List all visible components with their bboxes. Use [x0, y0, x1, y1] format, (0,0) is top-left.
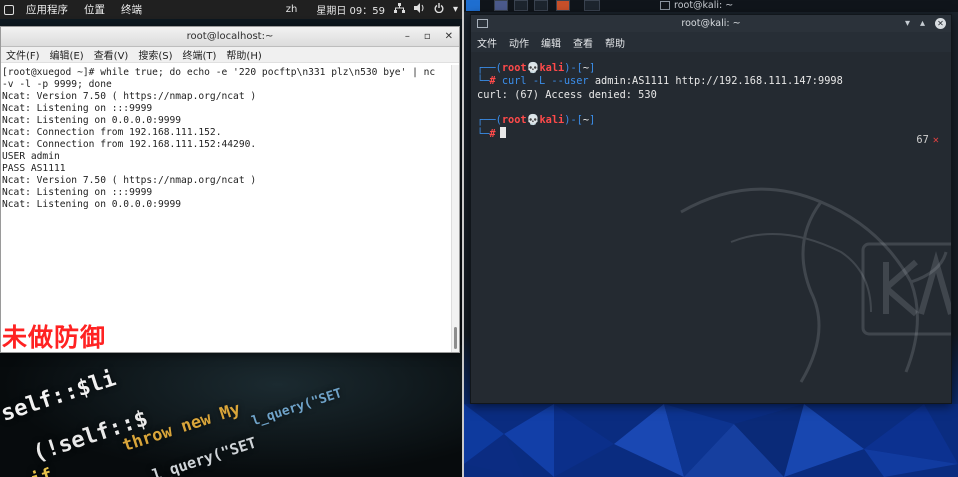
terminal-scrollbar[interactable] — [451, 65, 459, 352]
clock[interactable]: 星期日 09：59 — [316, 2, 385, 17]
skull-icon: 💀 — [526, 62, 540, 74]
exit-status: 67 ✕ — [916, 134, 939, 146]
scrollbar-thumb[interactable] — [454, 327, 457, 349]
prompt-line-2a: ┌──(root💀kali)-[~] — [477, 114, 596, 126]
terminal-line: PASS AS1111 — [2, 163, 66, 174]
terminal-launcher-icon[interactable] — [534, 0, 548, 11]
close-icon[interactable]: ✕ — [935, 18, 946, 29]
centos-desktop: 应用程序 位置 终端 zh 星期日 09：59 ▾ self::$li (!se… — [0, 0, 462, 477]
workspace-1-icon[interactable] — [494, 0, 508, 11]
window-titlebar[interactable]: root@kali: ~ ▾ ▴ ✕ — [471, 15, 951, 32]
code-wallpaper: self::$li (!self::$ if throw new My l_qu… — [0, 345, 462, 477]
terminal-line: -v -l -p 9999; done — [2, 79, 112, 90]
command-args: admin:AS1111 http://192.168.111.147:9998 — [594, 75, 843, 87]
terminal-output[interactable]: ┌──(root💀kali)-[~] └─# curl -L --user ad… — [471, 52, 951, 403]
panel-title-text: root@kali: ~ — [674, 0, 734, 11]
chevron-down-icon[interactable]: ▾ — [453, 4, 458, 15]
kali-top-panel: root@kali: ~ — [464, 0, 958, 12]
firefox-launcher-icon[interactable] — [556, 0, 570, 11]
menu-view[interactable]: 查看(V) — [89, 47, 134, 62]
active-window-title[interactable]: root@kali: ~ — [660, 0, 733, 11]
exit-code: 67 — [916, 134, 929, 146]
terminal-output[interactable]: [root@xuegod ~]# while true; do echo -e … — [1, 65, 451, 352]
prompt-host: kali — [539, 114, 565, 126]
window-title: root@kali: ~ — [681, 18, 741, 29]
power-icon[interactable] — [434, 3, 444, 16]
menu-edit[interactable]: 编辑(E) — [45, 47, 89, 62]
caption-label: 未做防御 — [2, 323, 107, 352]
terminal-menubar: 文件(F) 编辑(E) 查看(V) 搜索(S) 终端(T) 帮助(H) — [1, 47, 459, 63]
terminal-menubar: 文件 动作 编辑 查看 帮助 — [471, 32, 951, 52]
wallpaper-code-line: l_query("SET — [250, 385, 344, 430]
prompt-line-2b: └─# — [477, 127, 506, 141]
terminal-line: Ncat: Version 7.50 ( https://nmap.org/nc… — [2, 175, 257, 186]
kali-desktop: root@kali: ~ root@kali: ~ ▾ ▴ ✕ 文件 动作 编辑… — [464, 0, 958, 477]
terminal-icon — [660, 1, 670, 10]
menu-terminal[interactable]: 终端(T) — [178, 47, 222, 62]
window-title: root@localhost:~ — [186, 31, 274, 42]
input-method-indicator[interactable]: zh — [286, 4, 298, 15]
error-x-icon: ✕ — [932, 134, 939, 146]
command-flags: -L --user — [532, 75, 589, 87]
kali-logo-watermark — [861, 242, 951, 336]
prompt-host: kali — [539, 62, 565, 74]
taskbar-terminal-icon[interactable] — [584, 0, 600, 11]
terminal-menu[interactable]: 终端 — [113, 0, 150, 19]
maximize-icon[interactable]: ▴ — [920, 15, 925, 32]
menu-file[interactable]: 文件(F) — [1, 47, 45, 62]
prompt-user: root — [501, 62, 527, 74]
applications-menu[interactable]: 应用程序 — [18, 0, 76, 19]
menu-action[interactable]: 动作 — [503, 35, 535, 50]
terminal-line: Ncat: Listening on 0.0.0.0:9999 — [2, 199, 182, 210]
workspace-2-icon[interactable] — [514, 0, 528, 11]
maximize-icon[interactable]: ▫ — [424, 27, 431, 47]
places-menu[interactable]: 位置 — [76, 0, 113, 19]
prompt-user: root — [501, 114, 527, 126]
terminal-line: [root@xuegod ~]# while true; do echo -e … — [2, 67, 436, 78]
applications-icon — [4, 4, 14, 15]
terminal-icon — [477, 19, 488, 28]
terminal-line: Ncat: Listening on 0.0.0.0:9999 — [2, 115, 182, 126]
terminal-line: Ncat: Listening on :::9999 — [2, 187, 153, 198]
menu-view[interactable]: 查看 — [567, 35, 599, 50]
kali-terminal-window[interactable]: root@kali: ~ ▾ ▴ ✕ 文件 动作 编辑 查看 帮助 ┌──(ro… — [470, 14, 952, 404]
minimize-icon[interactable]: ▾ — [905, 15, 910, 32]
terminal-line: Ncat: Connection from 192.168.111.152:44… — [2, 139, 257, 150]
menu-edit[interactable]: 编辑 — [535, 35, 567, 50]
terminal-line: USER admin — [2, 151, 60, 162]
volume-icon[interactable] — [413, 3, 425, 16]
menu-help[interactable]: 帮助(H) — [221, 47, 266, 62]
kali-menu-icon[interactable] — [466, 0, 480, 11]
terminal-line: Ncat: Version 7.50 ( https://nmap.org/nc… — [2, 91, 257, 102]
centos-terminal-window[interactable]: root@localhost:~ – ▫ ✕ 文件(F) 编辑(E) 查看(V)… — [0, 26, 460, 353]
command-curl: curl — [501, 75, 527, 87]
wallpaper-code-line: self::$li — [0, 366, 120, 427]
menu-help[interactable]: 帮助 — [599, 35, 631, 50]
command-output: curl: (67) Access denied: 530 — [477, 89, 657, 101]
network-icon[interactable] — [393, 3, 405, 16]
text-cursor — [499, 127, 506, 138]
gnome-top-bar: 应用程序 位置 终端 zh 星期日 09：59 ▾ — [0, 0, 462, 19]
terminal-line: Ncat: Listening on :::9999 — [2, 103, 153, 114]
prompt-line-1b: └─# curl -L --user admin:AS1111 http://1… — [477, 75, 843, 87]
kali-wallpaper-tiles — [464, 404, 958, 477]
screenshot: 应用程序 位置 终端 zh 星期日 09：59 ▾ self::$li (!se… — [0, 0, 958, 477]
prompt-line-1a: ┌──(root💀kali)-[~] — [477, 62, 596, 74]
menu-search[interactable]: 搜索(S) — [133, 47, 177, 62]
terminal-line: Ncat: Connection from 192.168.111.152. — [2, 127, 222, 138]
close-icon[interactable]: ✕ — [445, 27, 453, 47]
minimize-icon[interactable]: – — [405, 27, 410, 47]
menu-file[interactable]: 文件 — [471, 35, 503, 50]
wallpaper-code-line: if — [28, 464, 55, 477]
skull-icon: 💀 — [526, 114, 540, 126]
window-titlebar[interactable]: root@localhost:~ – ▫ ✕ — [1, 27, 459, 47]
